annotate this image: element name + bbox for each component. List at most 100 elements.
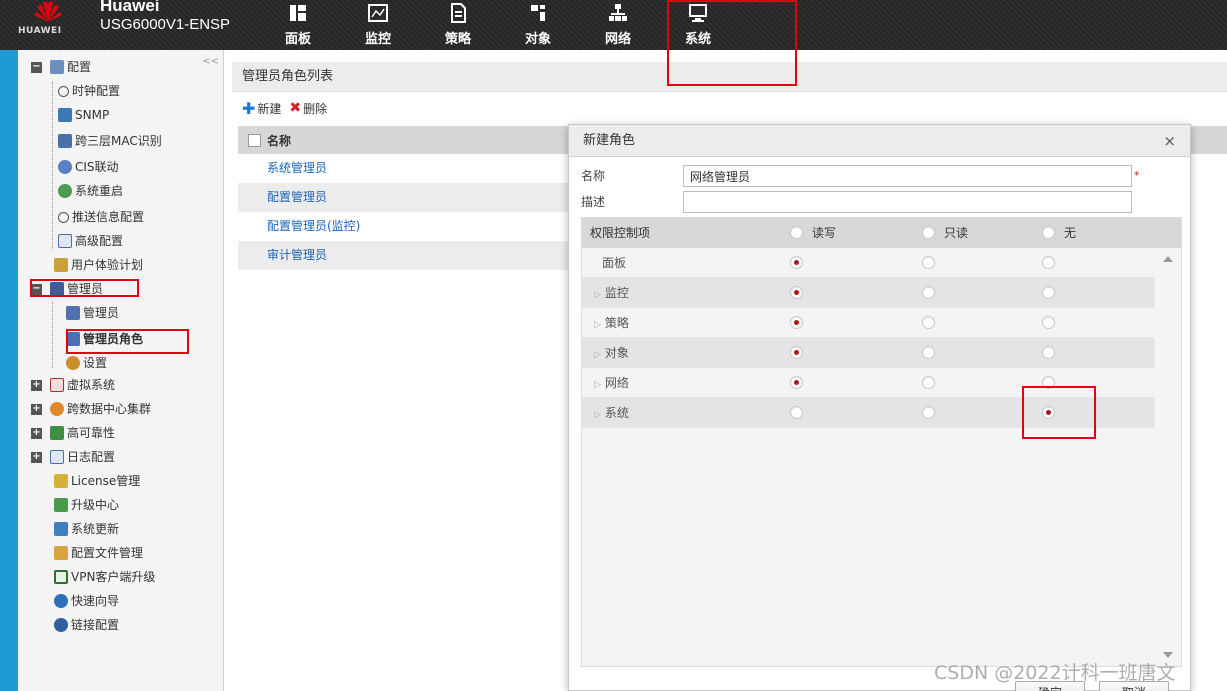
collapse-expander[interactable]: − bbox=[31, 283, 42, 295]
none-radio[interactable] bbox=[1042, 286, 1055, 299]
none-radio[interactable] bbox=[1042, 406, 1055, 419]
role-row[interactable]: 配置管理员(监控) bbox=[238, 212, 568, 241]
role-row[interactable]: 审计管理员 bbox=[238, 241, 568, 270]
plus-icon: ✚ bbox=[242, 98, 256, 118]
permission-label[interactable]: ▷ 系统 bbox=[594, 398, 629, 430]
permission-row: ▷ 系统 bbox=[582, 398, 1155, 428]
role-name-input[interactable] bbox=[683, 165, 1132, 187]
permission-label-text: 策略 bbox=[604, 316, 629, 330]
main-nav: 面板 监控 策略 对象 网络 系统 bbox=[258, 0, 738, 50]
permission-row: ▷ 对象 bbox=[582, 338, 1155, 368]
all-readonly-radio[interactable] bbox=[922, 226, 935, 239]
readwrite-radio[interactable] bbox=[790, 286, 803, 299]
role-description-input[interactable] bbox=[683, 191, 1132, 213]
role-row[interactable]: 配置管理员 bbox=[238, 183, 568, 212]
nav-label: 对象 bbox=[524, 32, 551, 47]
expand-arrow-icon[interactable]: ▷ bbox=[594, 290, 601, 300]
sidebar-item-upgrade[interactable]: 升级中心 bbox=[54, 494, 119, 516]
readwrite-radio[interactable] bbox=[790, 316, 803, 329]
huawei-logo: HUAWEI bbox=[18, 0, 78, 44]
sidebar-item-log[interactable]: + 日志配置 bbox=[31, 446, 115, 468]
sidebar-item-vpn-client[interactable]: VPN客户端升级 bbox=[54, 566, 155, 588]
sidebar-item-cis[interactable]: CIS联动 bbox=[58, 156, 119, 178]
readwrite-radio[interactable] bbox=[790, 256, 803, 269]
all-readwrite-radio[interactable] bbox=[790, 226, 803, 239]
readonly-radio[interactable] bbox=[922, 406, 935, 419]
none-radio[interactable] bbox=[1042, 346, 1055, 359]
sidebar-item-admin-group[interactable]: − 管理员 bbox=[31, 278, 103, 300]
scrollbar[interactable] bbox=[1155, 248, 1181, 666]
nav-policy[interactable]: 策略 bbox=[418, 0, 498, 50]
sidebar-item-admin[interactable]: 管理员 bbox=[66, 302, 119, 324]
sidebar-item-label: 推送信息配置 bbox=[72, 210, 145, 224]
none-radio[interactable] bbox=[1042, 256, 1055, 269]
sidebar-item-vsys[interactable]: + 虚拟系统 bbox=[31, 374, 115, 396]
sidebar: << − 配置 时钟配置 SNMP 跨三层MAC识别 CIS联动 系统重启 推送… bbox=[18, 50, 224, 691]
nav-label: 系统 bbox=[684, 32, 711, 47]
sidebar-item-config[interactable]: − 配置 bbox=[31, 56, 91, 78]
expand-arrow-icon[interactable]: ▷ bbox=[594, 350, 601, 360]
delete-button[interactable]: ✖ 删除 bbox=[289, 100, 327, 117]
select-all-checkbox[interactable] bbox=[248, 133, 261, 147]
sidebar-item-mac-ident[interactable]: 跨三层MAC识别 bbox=[58, 130, 162, 152]
nav-label: 面板 bbox=[284, 32, 311, 47]
sidebar-item-advanced[interactable]: 高级配置 bbox=[58, 230, 123, 252]
readwrite-radio[interactable] bbox=[790, 346, 803, 359]
description-label: 描述 bbox=[581, 195, 606, 209]
readonly-radio[interactable] bbox=[922, 346, 935, 359]
advanced-config-icon bbox=[58, 234, 72, 248]
sidebar-item-clock[interactable]: 时钟配置 bbox=[58, 80, 120, 102]
high-availability-icon bbox=[50, 426, 64, 440]
sidebar-item-config-file[interactable]: 配置文件管理 bbox=[54, 542, 143, 564]
sidebar-item-admin-role[interactable]: 管理员角色 bbox=[66, 328, 143, 350]
readonly-radio[interactable] bbox=[922, 376, 935, 389]
expand-expander[interactable]: + bbox=[31, 451, 42, 463]
sidebar-item-push[interactable]: 推送信息配置 bbox=[58, 206, 144, 228]
new-button[interactable]: ✚ 新建 bbox=[242, 99, 281, 118]
expand-expander[interactable]: + bbox=[31, 379, 42, 391]
nav-network[interactable]: 网络 bbox=[578, 0, 658, 50]
sidebar-item-dc-cluster[interactable]: + 跨数据中心集群 bbox=[31, 398, 151, 420]
none-radio[interactable] bbox=[1042, 376, 1055, 389]
sidebar-item-ha[interactable]: + 高可靠性 bbox=[31, 422, 115, 444]
readwrite-radio[interactable] bbox=[790, 376, 803, 389]
sidebar-item-label: 虚拟系统 bbox=[67, 378, 116, 392]
nav-dashboard[interactable]: 面板 bbox=[258, 0, 338, 50]
sidebar-item-wizard[interactable]: 快速向导 bbox=[54, 590, 119, 612]
permission-label[interactable]: ▷ 网络 bbox=[594, 368, 629, 400]
nav-system[interactable]: 系统 bbox=[658, 0, 738, 50]
expand-arrow-icon[interactable]: ▷ bbox=[594, 380, 601, 390]
readwrite-radio[interactable] bbox=[790, 406, 803, 419]
readonly-radio[interactable] bbox=[922, 256, 935, 269]
sidebar-item-link-config[interactable]: 链接配置 bbox=[54, 614, 119, 636]
none-radio[interactable] bbox=[1042, 316, 1055, 329]
sidebar-item-license[interactable]: License管理 bbox=[54, 470, 140, 492]
expand-expander[interactable]: + bbox=[31, 403, 42, 415]
top-bar: HUAWEI Huawei USG6000V1-ENSP 面板 监控 策略 对象… bbox=[0, 0, 1227, 50]
expand-expander[interactable]: + bbox=[31, 427, 42, 439]
required-mark: * bbox=[1134, 169, 1140, 182]
expand-arrow-icon[interactable]: ▷ bbox=[594, 320, 601, 330]
scroll-up-icon[interactable] bbox=[1163, 256, 1173, 262]
sidebar-item-snmp[interactable]: SNMP bbox=[58, 104, 109, 126]
expand-arrow-icon[interactable]: ▷ bbox=[594, 410, 601, 420]
permission-label[interactable]: ▷ 对象 bbox=[594, 338, 629, 370]
nav-monitor[interactable]: 监控 bbox=[338, 0, 418, 50]
collapse-expander[interactable]: − bbox=[31, 61, 42, 73]
readonly-radio[interactable] bbox=[922, 316, 935, 329]
permission-label[interactable]: ▷ 策略 bbox=[594, 308, 629, 340]
readonly-radio[interactable] bbox=[922, 286, 935, 299]
permission-label-text: 系统 bbox=[604, 406, 629, 420]
close-icon[interactable]: × bbox=[1163, 125, 1176, 157]
delete-label: 删除 bbox=[303, 101, 328, 116]
sidebar-item-sys-update[interactable]: 系统更新 bbox=[54, 518, 119, 540]
permission-label[interactable]: ▷ 监控 bbox=[594, 278, 629, 310]
sidebar-item-reboot[interactable]: 系统重启 bbox=[58, 180, 123, 202]
all-none-radio[interactable] bbox=[1042, 226, 1055, 239]
nav-object[interactable]: 对象 bbox=[498, 0, 578, 50]
sidebar-item-settings[interactable]: 设置 bbox=[66, 352, 107, 374]
collapse-sidebar-button[interactable]: << bbox=[202, 56, 219, 67]
sidebar-item-ux-plan[interactable]: 用户体验计划 bbox=[54, 254, 143, 276]
role-row[interactable]: 系统管理员 bbox=[238, 154, 568, 183]
cluster-icon bbox=[50, 402, 64, 416]
